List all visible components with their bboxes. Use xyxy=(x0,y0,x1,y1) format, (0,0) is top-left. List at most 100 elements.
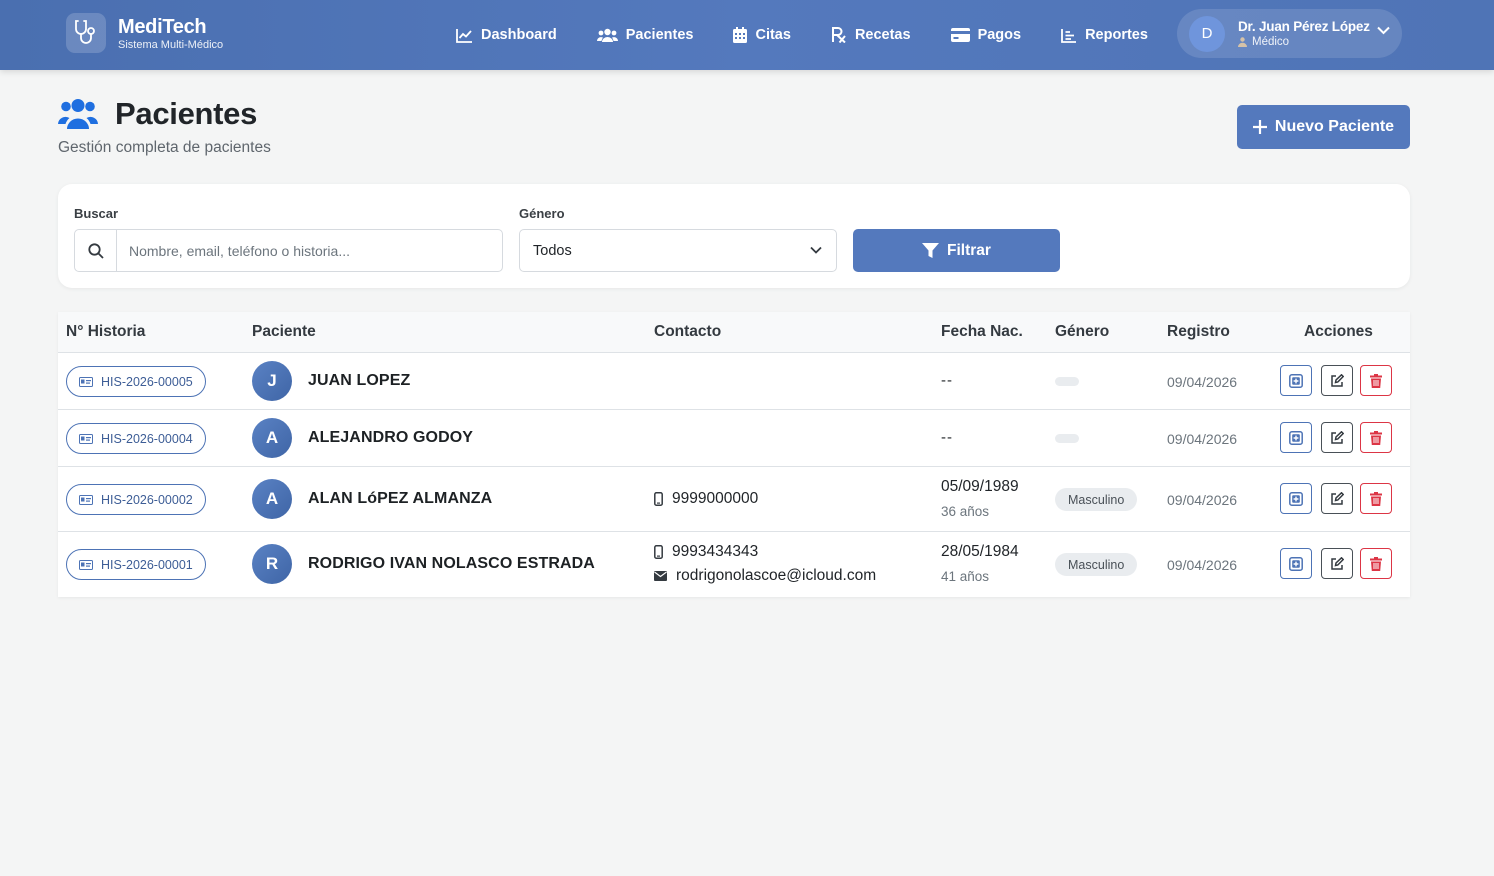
credit-card-icon xyxy=(950,28,970,42)
col-genero: Género xyxy=(1055,323,1110,340)
patient-email: rodrigonolascoe@icloud.com xyxy=(654,567,876,585)
file-medical-icon xyxy=(1289,491,1303,506)
col-fecha-nac: Fecha Nac. xyxy=(941,323,1023,340)
delete-button[interactable] xyxy=(1360,365,1392,396)
calendar-icon xyxy=(733,27,748,43)
plus-icon xyxy=(1252,120,1267,134)
table-row: HIS-2026-00002 A ALAN LóPEZ ALMANZA 9999… xyxy=(58,467,1410,532)
file-medical-icon xyxy=(1289,556,1303,571)
brand[interactable]: MediTech Sistema Multi-Médico xyxy=(66,13,223,53)
gender-badge: Masculino xyxy=(1055,553,1138,576)
historia-badge[interactable]: HIS-2026-00002 xyxy=(66,484,206,515)
patient-avatar: A xyxy=(252,418,292,458)
filter-button[interactable]: Filtrar xyxy=(853,229,1060,272)
patient-dob: -- xyxy=(941,372,953,389)
page-title: Pacientes xyxy=(115,96,258,131)
user-menu[interactable]: D Dr. Juan Pérez López Médico xyxy=(1177,9,1402,58)
new-patient-button[interactable]: Nuevo Paciente xyxy=(1237,105,1410,149)
search-icon xyxy=(75,230,117,271)
historia-number: HIS-2026-00002 xyxy=(101,492,193,507)
search-group xyxy=(74,229,503,272)
view-history-button[interactable] xyxy=(1280,365,1312,396)
edit-button[interactable] xyxy=(1321,365,1353,396)
patient-dob: -- xyxy=(941,429,953,446)
historia-number: HIS-2026-00001 xyxy=(101,557,193,572)
chevron-down-icon xyxy=(810,246,822,254)
delete-button[interactable] xyxy=(1360,548,1392,579)
nav-dashboard-label: Dashboard xyxy=(481,27,557,43)
user-role: Médico xyxy=(1238,35,1370,49)
edit-icon xyxy=(1331,556,1344,570)
gender-select-value: Todos xyxy=(533,242,572,259)
table-header: N° Historia Paciente Contacto Fecha Nac.… xyxy=(58,312,1410,353)
id-card-icon xyxy=(79,433,93,444)
trash-icon xyxy=(1370,556,1382,571)
user-role-label: Médico xyxy=(1252,36,1290,48)
brand-title: MediTech xyxy=(118,16,207,38)
id-card-icon xyxy=(79,559,93,570)
edit-button[interactable] xyxy=(1321,548,1353,579)
nav-citas[interactable]: Citas xyxy=(733,27,791,43)
patient-age: 36 años xyxy=(941,504,990,519)
new-patient-label: Nuevo Paciente xyxy=(1274,118,1395,135)
users-icon xyxy=(58,99,98,129)
chart-line-icon xyxy=(456,28,472,43)
patient-dob: 28/05/1984 xyxy=(941,543,1019,560)
gender-badge xyxy=(1055,434,1079,443)
patient-name: RODRIGO IVAN NOLASCO ESTRADA xyxy=(308,555,595,572)
envelope-icon xyxy=(654,571,667,581)
filter-button-label: Filtrar xyxy=(947,241,991,259)
historia-badge[interactable]: HIS-2026-00005 xyxy=(66,366,206,397)
nav-pagos[interactable]: Pagos xyxy=(950,27,1022,43)
file-medical-icon xyxy=(1289,373,1303,388)
patients-table: N° Historia Paciente Contacto Fecha Nac.… xyxy=(58,312,1410,597)
chevron-down-icon xyxy=(1377,26,1390,35)
table-row: HIS-2026-00005 J JUAN LOPEZ -- 09/04/202… xyxy=(58,353,1410,410)
mobile-icon xyxy=(654,492,663,506)
patient-phone: 9993434343 xyxy=(654,543,758,561)
edit-button[interactable] xyxy=(1321,483,1353,514)
view-history-button[interactable] xyxy=(1280,422,1312,453)
user-avatar: D xyxy=(1189,15,1225,52)
id-card-icon xyxy=(79,376,93,387)
nav-reportes[interactable]: Reportes xyxy=(1061,27,1148,43)
nav-pagos-label: Pagos xyxy=(977,27,1022,43)
stethoscope-icon xyxy=(66,13,106,53)
edit-icon xyxy=(1331,491,1344,505)
page-subtitle: Gestión completa de pacientes xyxy=(58,139,271,156)
patient-age: 41 años xyxy=(941,569,990,584)
patient-name: JUAN LOPEZ xyxy=(308,372,411,389)
nav-pacientes[interactable]: Pacientes xyxy=(596,27,694,43)
nav-recetas[interactable]: Recetas xyxy=(831,27,911,43)
patient-avatar: A xyxy=(252,479,292,519)
nav-dashboard[interactable]: Dashboard xyxy=(456,27,557,43)
delete-button[interactable] xyxy=(1360,483,1392,514)
search-label: Buscar xyxy=(74,206,119,221)
edit-button[interactable] xyxy=(1321,422,1353,453)
prescription-icon xyxy=(831,27,846,43)
user-doctor-icon xyxy=(1238,37,1247,47)
bar-chart-icon xyxy=(1061,28,1077,43)
view-history-button[interactable] xyxy=(1280,548,1312,579)
delete-button[interactable] xyxy=(1360,422,1392,453)
id-card-icon xyxy=(79,494,93,505)
col-paciente: Paciente xyxy=(252,323,316,340)
gender-label: Género xyxy=(519,206,565,221)
patient-name: ALEJANDRO GODOY xyxy=(308,429,474,446)
filter-icon xyxy=(922,242,940,258)
patient-avatar: R xyxy=(252,544,292,584)
view-history-button[interactable] xyxy=(1280,483,1312,514)
patient-name: ALAN LóPEZ ALMANZA xyxy=(308,490,493,507)
trash-icon xyxy=(1370,491,1382,506)
historia-badge[interactable]: HIS-2026-00001 xyxy=(66,549,206,580)
top-navbar: MediTech Sistema Multi-Médico Dashboard … xyxy=(0,0,1494,70)
gender-select[interactable]: Todos xyxy=(519,229,837,272)
file-medical-icon xyxy=(1289,430,1303,445)
nav-pacientes-label: Pacientes xyxy=(625,27,694,43)
nav-reportes-label: Reportes xyxy=(1085,27,1148,43)
registro-date: 09/04/2026 xyxy=(1167,431,1238,447)
registro-date: 09/04/2026 xyxy=(1167,557,1238,573)
historia-badge[interactable]: HIS-2026-00004 xyxy=(66,423,206,454)
table-row: HIS-2026-00001 R RODRIGO IVAN NOLASCO ES… xyxy=(58,532,1410,597)
search-input[interactable] xyxy=(117,230,502,271)
